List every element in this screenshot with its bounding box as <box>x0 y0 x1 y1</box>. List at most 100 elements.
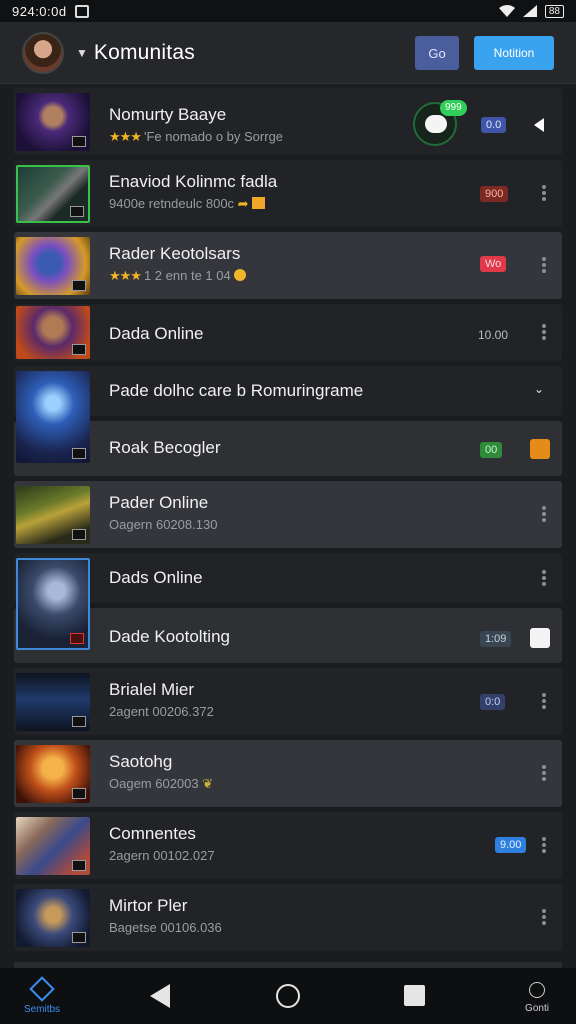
more-icon[interactable] <box>542 506 546 522</box>
status-badge: 0:0 <box>480 694 506 710</box>
item-title: Enaviod Kolinmc fadla <box>109 172 278 191</box>
coin-icon <box>234 269 247 281</box>
game-thumbnail <box>16 165 90 223</box>
more-icon[interactable] <box>542 324 546 340</box>
trophy-icon[interactable] <box>530 439 550 459</box>
item-title: Dads Online <box>109 568 203 587</box>
signal-icon <box>522 5 537 17</box>
list-item[interactable]: Brialel Mier 2agent 00206.372 0:0 <box>14 668 562 735</box>
tag-icon[interactable] <box>530 628 550 648</box>
more-icon[interactable] <box>542 837 546 853</box>
game-thumbnail <box>16 237 90 295</box>
item-title: Pade dolhc care b Romuringrame <box>109 381 364 400</box>
avatar[interactable] <box>22 31 64 74</box>
item-subtitle: 2agern 00102.027 <box>109 848 215 863</box>
item-title: Nomurty Baaye <box>109 105 227 124</box>
home-icon[interactable] <box>276 984 300 1008</box>
list-item[interactable]: Mirtor Pler Bagetse 00106.036 <box>14 884 562 951</box>
bottom-nav: Semitbs Gonti <box>0 968 576 1024</box>
list-item[interactable]: Pader Online Oagern 60208.130 <box>14 481 562 548</box>
battery-icon: 88 <box>544 4 564 18</box>
more-icon[interactable] <box>542 765 546 781</box>
recents-icon[interactable] <box>404 985 425 1006</box>
item-title: Roak Becogler <box>109 438 221 457</box>
more-icon[interactable] <box>542 185 546 201</box>
thumb-badge-icon <box>72 788 86 799</box>
item-title: Dada Online <box>109 324 204 343</box>
more-icon[interactable] <box>542 909 546 925</box>
status-badge: 00 <box>480 442 503 458</box>
status-time: 924:0:0d <box>12 3 67 19</box>
item-title: Brialel Mier <box>109 680 195 699</box>
status-badge: 900 <box>480 186 509 202</box>
nav-tab-communities[interactable]: Semitbs <box>18 976 66 1015</box>
item-title: Rader Keotolsars <box>109 244 241 263</box>
rating-stars: ★★★ <box>109 129 142 144</box>
item-title: Comnentes <box>109 824 196 843</box>
game-thumbnail <box>16 306 90 359</box>
list-item[interactable]: Enaviod Kolinmc fadla 9400e retndeulc 80… <box>14 160 562 227</box>
list-item-group: Pade dolhc care b Romuringrame ⌄ Roak Be… <box>14 366 562 476</box>
status-badge: 1:09 <box>480 631 512 647</box>
item-subtitle: 'Fe nomado o by Sorrge <box>143 129 284 144</box>
game-thumbnail <box>16 673 90 731</box>
diamond-icon <box>29 976 55 1002</box>
thumb-badge-icon <box>72 448 86 459</box>
game-thumbnail <box>16 745 90 803</box>
more-icon[interactable] <box>542 257 546 273</box>
wifi-icon <box>498 5 515 17</box>
thumb-badge-icon <box>70 206 84 217</box>
item-subtitle: 1 2 enn te 1 04 <box>143 268 231 283</box>
nav-tab-settings[interactable]: Gonti <box>512 980 562 1014</box>
game-thumbnail <box>16 371 90 463</box>
status-badge: Wo <box>480 256 507 272</box>
item-value: 10.00 <box>478 328 509 342</box>
item-title: Pader Online <box>109 493 209 512</box>
play-icon[interactable] <box>534 118 544 132</box>
notification-icon <box>74 4 89 18</box>
item-subtitle: Oagern 60208.130 <box>109 517 218 532</box>
chevron-down-icon[interactable]: ⌄ <box>534 382 544 396</box>
more-icon[interactable] <box>542 693 546 709</box>
back-icon[interactable] <box>150 984 170 1008</box>
list-item[interactable] <box>14 553 562 603</box>
header-notification-button[interactable]: Notition <box>474 36 554 70</box>
nav-tab-label: Semitbs <box>23 1004 61 1015</box>
item-title: Dade Kootolting <box>109 627 230 646</box>
butterfly-icon: ❦ <box>202 776 214 791</box>
thumb-badge-icon <box>72 716 86 727</box>
chevron-down-icon[interactable]: ▼ <box>76 46 88 60</box>
game-thumbnail <box>16 817 90 875</box>
list-item[interactable]: Comnentes 2agern 00102.027 9.00 <box>14 812 562 879</box>
list-item[interactable]: Saotohg Oagem 602003 ❦ <box>14 740 562 807</box>
gift-icon <box>252 197 266 209</box>
rating-stars: ★★★ <box>109 268 142 283</box>
item-subtitle: Bagetse 00106.036 <box>109 920 222 935</box>
thumb-badge-icon <box>72 932 86 943</box>
page-title[interactable]: Komunitas <box>94 41 195 65</box>
game-thumbnail <box>16 558 90 650</box>
item-subtitle: Oagem 602003 <box>109 776 199 791</box>
nav-tab-label: Gonti <box>525 1003 549 1014</box>
thumb-badge-icon <box>72 529 86 540</box>
game-thumbnail <box>16 93 90 151</box>
more-icon[interactable] <box>542 570 546 586</box>
app-header: ▼ Komunitas Go Notition <box>0 22 576 84</box>
list-item[interactable]: Dada Online 10.00 <box>14 304 562 361</box>
item-title: Saotohg <box>109 752 173 771</box>
thumb-badge-icon <box>70 633 84 644</box>
thumb-badge-icon <box>72 860 86 871</box>
header-go-button[interactable]: Go <box>415 36 459 70</box>
item-subtitle: 2agent 00206.372 <box>109 704 214 719</box>
chat-count-badge: 999 <box>440 100 467 116</box>
community-list: Nomurty Baaye ★★★ 'Fe nomado o by Sorrge … <box>14 88 562 956</box>
list-item[interactable]: Rader Keotolsars ★★★ 1 2 enn te 1 04 Wo <box>14 232 562 299</box>
status-badge: 9.00 <box>495 837 527 853</box>
arrow-icon: ➦ <box>237 196 249 211</box>
item-subtitle: 9400e retndeulc 800c <box>109 196 235 211</box>
game-thumbnail <box>16 486 90 544</box>
item-title: Mirtor Pler <box>109 896 188 915</box>
list-item-group: Dads Online Dade Kootolting 1:09 <box>14 553 562 663</box>
status-bar: 924:0:0d 88 <box>0 0 576 22</box>
list-item[interactable]: Nomurty Baaye ★★★ 'Fe nomado o by Sorrge … <box>14 88 562 155</box>
